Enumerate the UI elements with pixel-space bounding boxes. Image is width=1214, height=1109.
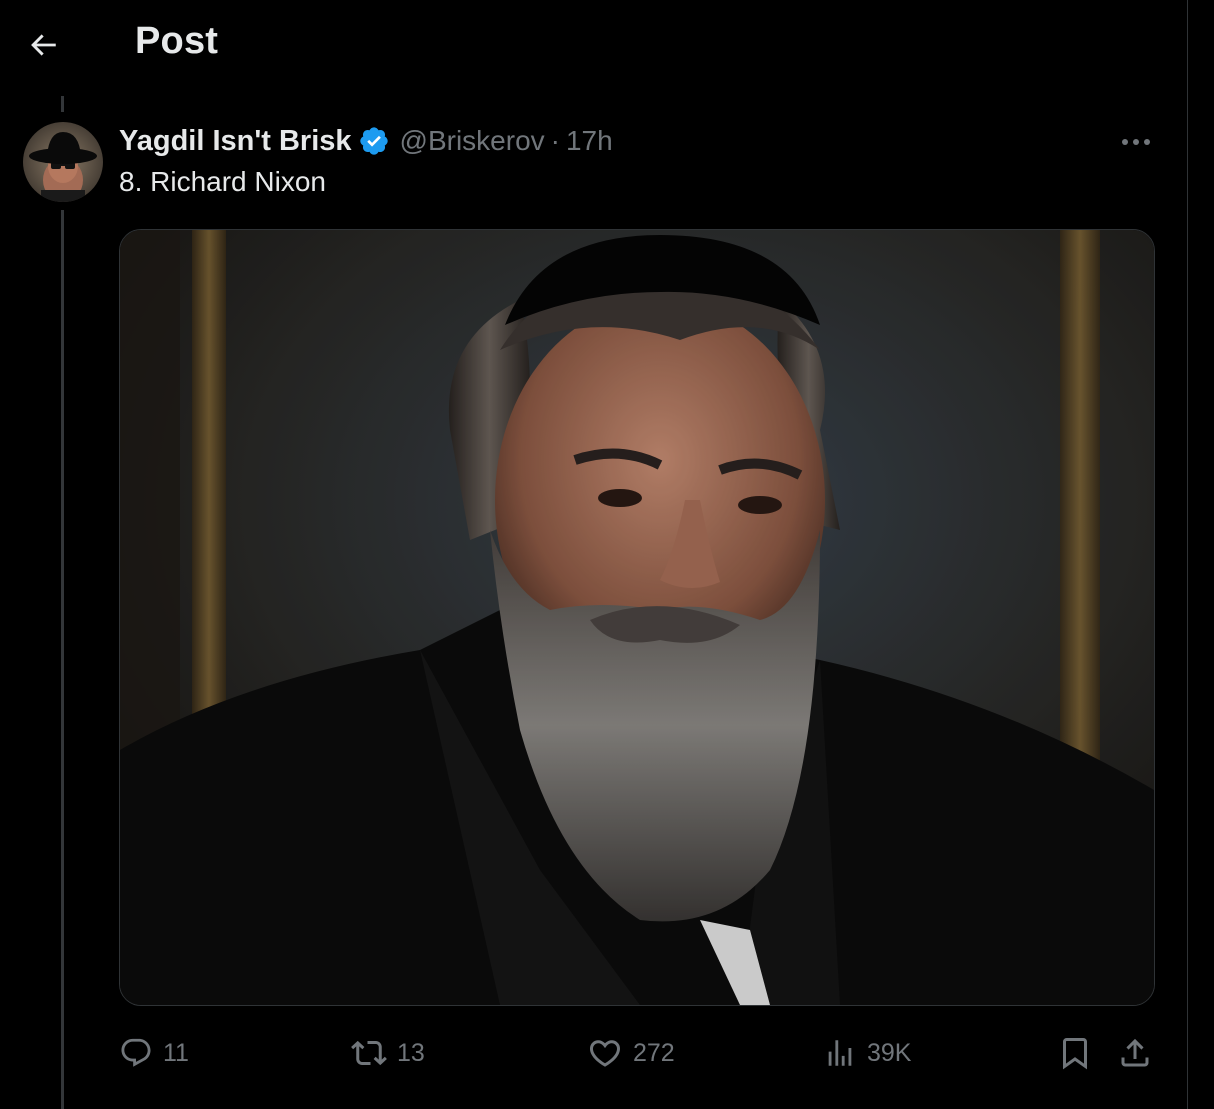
arrow-left-icon [31,34,56,56]
view-count: 39K [867,1038,912,1067]
repost-icon [351,1040,387,1066]
repost-count: 13 [397,1038,425,1067]
tweet-media[interactable] [119,229,1155,1006]
avatar[interactable] [23,122,103,202]
author-display-name[interactable]: Yagdil Isn't Brisk [119,125,352,158]
reply-button[interactable]: 11 [119,1027,189,1079]
portrait-image [120,230,1154,1005]
avatar-image [23,122,103,202]
heart-icon [589,1040,621,1067]
repost-button[interactable]: 13 [351,1027,425,1079]
views-button[interactable]: 39K [823,1027,911,1079]
more-horizontal-icon [1122,139,1150,145]
tweet-actions: 11 13 272 39K [119,1027,1159,1079]
bookmark-icon [1063,1038,1087,1070]
like-count: 272 [633,1038,675,1067]
post-page: Post Yagdil Isn't Brisk @Briskerov · 17h… [0,0,1214,1109]
reply-icon [121,1038,151,1067]
thread-line-top [61,96,64,112]
timestamp[interactable]: 17h [566,125,613,157]
analytics-icon [828,1040,852,1066]
thread-line [61,210,64,1109]
back-button[interactable] [20,24,66,66]
reply-count: 11 [163,1038,189,1067]
tweet-text: 8. Richard Nixon [119,166,326,197]
tweet-header: Yagdil Isn't Brisk @Briskerov · 17h [119,122,613,160]
author-handle[interactable]: @Briskerov [400,125,545,157]
page-title: Post [135,20,219,62]
bookmark-button[interactable] [1057,1027,1093,1079]
like-button[interactable]: 272 [587,1027,675,1079]
column-divider [1187,0,1188,1109]
separator-dot: · [550,125,560,156]
verified-badge-icon[interactable] [358,125,390,157]
share-icon [1121,1038,1149,1067]
more-options-button[interactable] [1112,124,1160,160]
top-bar: Post [0,0,1187,92]
share-button[interactable] [1117,1027,1153,1079]
